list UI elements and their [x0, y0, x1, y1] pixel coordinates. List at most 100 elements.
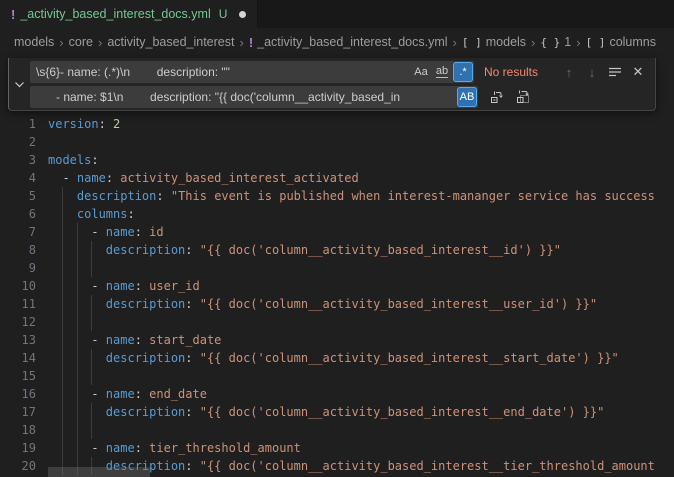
code-line[interactable]: 7 - name: id [0, 223, 674, 241]
replace-input[interactable] [30, 86, 456, 108]
code-line[interactable]: 19 - name: tier_threshold_amount [0, 439, 674, 457]
code-line[interactable]: 6 columns: [0, 205, 674, 223]
code-line[interactable]: 17 description: "{{ doc('column__activit… [0, 403, 674, 421]
breadcrumb-label: _activity_based_interest_docs.yml [257, 35, 447, 49]
code-line[interactable]: 8 description: "{{ doc('column__activity… [0, 241, 674, 259]
line-number: 5 [0, 187, 48, 205]
breadcrumb-item[interactable]: models [14, 35, 54, 49]
indent-guide-icon [62, 259, 63, 277]
code-text [48, 133, 674, 151]
indent-guide-icon [91, 367, 92, 385]
find-widget: Aa ab .* No results ↑ ↓ ✕ AB [8, 58, 656, 111]
breadcrumb-separator: › [59, 35, 63, 50]
line-number: 2 [0, 133, 48, 151]
code-text: - name: user_id [48, 277, 674, 295]
code-text [48, 421, 674, 439]
breadcrumb-label: activity_based_interest [107, 35, 234, 49]
code-text: - name: id [48, 223, 674, 241]
indent-guide-icon [62, 421, 63, 439]
indent-guide-icon [77, 313, 78, 331]
code-editor[interactable]: 1version: 223models:4 - name: activity_b… [0, 56, 674, 477]
indent-guide-icon [91, 421, 92, 439]
line-number: 1 [0, 115, 48, 133]
close-icon[interactable]: ✕ [628, 62, 648, 82]
line-number: 19 [0, 439, 48, 457]
breadcrumb-separator: › [576, 35, 580, 50]
replace-row: AB [30, 86, 651, 108]
code-line[interactable]: 9 [0, 259, 674, 277]
breadcrumb-item[interactable]: ! _activity_based_interest_docs.yml [249, 35, 448, 50]
line-number: 3 [0, 151, 48, 169]
code-text: - name: start_date [48, 331, 674, 349]
replace-icon[interactable] [487, 87, 507, 107]
find-row: Aa ab .* No results ↑ ↓ ✕ [30, 61, 651, 83]
breadcrumb-label: models [486, 35, 526, 49]
git-untracked-badge: U [219, 7, 228, 21]
code-text: description: "{{ doc('column__activity_b… [48, 403, 674, 421]
find-status: No results [484, 65, 538, 79]
code-line[interactable]: 18 [0, 421, 674, 439]
breadcrumb-separator: › [239, 35, 243, 50]
symbol-array-icon: [ ] [586, 36, 606, 49]
code-line[interactable]: 12 [0, 313, 674, 331]
whole-word-icon[interactable]: ab [432, 62, 452, 82]
breadcrumb-item[interactable]: { }1 [540, 35, 571, 49]
code-line[interactable]: 16 - name: end_date [0, 385, 674, 403]
tab-title: _activity_based_interest_docs.yml [20, 7, 210, 21]
code-line[interactable]: 13 - name: start_date [0, 331, 674, 349]
previous-match-icon[interactable]: ↑ [559, 62, 579, 82]
code-line[interactable]: 5 description: "This event is published … [0, 187, 674, 205]
code-text: version: 2 [48, 115, 674, 133]
next-match-icon[interactable]: ↓ [582, 62, 602, 82]
line-number: 4 [0, 169, 48, 187]
line-number: 11 [0, 295, 48, 313]
breadcrumb-label: columns [609, 35, 656, 49]
code-line[interactable]: 11 description: "{{ doc('column__activit… [0, 295, 674, 313]
vscode-window: { "tab": { "file_icon": "!", "title": "_… [0, 0, 674, 477]
code-line[interactable]: 14 description: "{{ doc('column__activit… [0, 349, 674, 367]
breadcrumb-item[interactable]: core [69, 35, 93, 49]
tab-active-file[interactable]: ! _activity_based_interest_docs.yml U [0, 0, 258, 28]
line-number: 8 [0, 241, 48, 259]
code-text: description: "This event is published wh… [48, 187, 674, 205]
line-number: 13 [0, 331, 48, 349]
indent-guide-icon [91, 313, 92, 331]
breadcrumb-label: core [69, 35, 93, 49]
code-text [48, 313, 674, 331]
preserve-case-icon[interactable]: AB [457, 87, 477, 107]
indent-guide-icon [62, 313, 63, 331]
code-line[interactable]: 10 - name: user_id [0, 277, 674, 295]
line-number: 14 [0, 349, 48, 367]
yaml-warning-icon: ! [249, 35, 253, 50]
whole-word-label: ab [436, 66, 448, 78]
line-number: 20 [0, 457, 48, 475]
replace-buttons [487, 87, 533, 107]
code-line[interactable]: 1version: 2 [0, 115, 674, 133]
code-text: description: "{{ doc('column__activity_b… [48, 241, 674, 259]
line-number: 10 [0, 277, 48, 295]
horizontal-scrollbar[interactable] [48, 467, 150, 477]
indent-guide-icon [91, 259, 92, 277]
breadcrumb-item[interactable]: activity_based_interest [107, 35, 234, 49]
find-in-selection-icon[interactable] [605, 62, 625, 82]
code-text [48, 259, 674, 277]
replace-input-box: AB [30, 86, 478, 108]
replace-all-icon[interactable] [513, 87, 533, 107]
breadcrumb-item[interactable]: [ ]columns [586, 35, 656, 49]
regex-icon[interactable]: .* [453, 62, 473, 82]
code-line[interactable]: 15 [0, 367, 674, 385]
code-line[interactable]: 2 [0, 133, 674, 151]
find-input-box: Aa ab .* [30, 61, 474, 83]
code-line[interactable]: 3models: [0, 151, 674, 169]
toggle-replace-button[interactable] [9, 58, 30, 110]
find-input[interactable] [30, 61, 410, 83]
breadcrumb-item[interactable]: [ ]models [462, 35, 526, 49]
indent-guide-icon [77, 367, 78, 385]
code-text: models: [48, 151, 674, 169]
code-line[interactable]: 4 - name: activity_based_interest_activa… [0, 169, 674, 187]
unsaved-dot-icon[interactable] [239, 11, 246, 18]
code-text: columns: [48, 205, 674, 223]
indent-guide-icon [77, 421, 78, 439]
tab-bar: ! _activity_based_interest_docs.yml U [0, 0, 674, 28]
match-case-icon[interactable]: Aa [411, 62, 431, 82]
